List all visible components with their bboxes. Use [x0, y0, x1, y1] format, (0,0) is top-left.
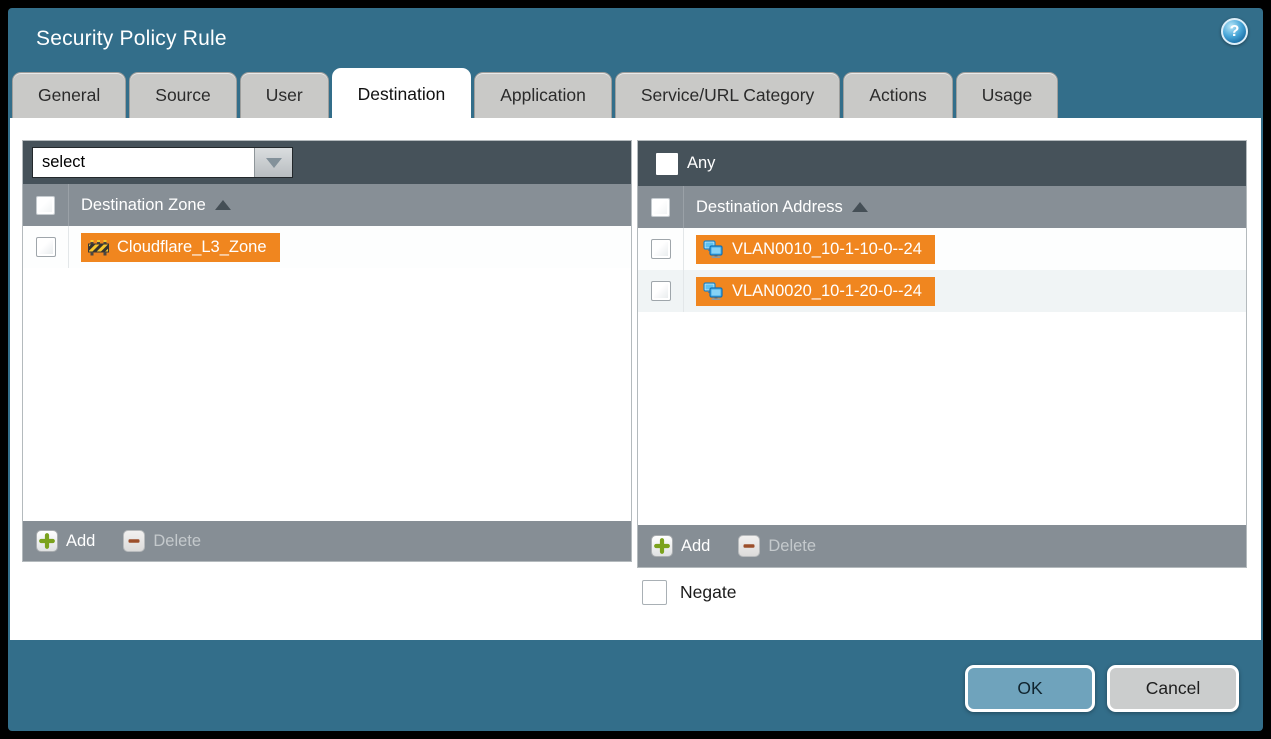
sort-ascending-icon	[852, 202, 868, 212]
address-row-check-cell	[638, 270, 684, 312]
tab-destination[interactable]: Destination	[332, 68, 472, 118]
zone-add-button[interactable]: Add	[36, 530, 95, 552]
zone-column-header[interactable]: Destination Zone	[23, 184, 631, 226]
address-column-header[interactable]: Destination Address	[638, 186, 1246, 228]
zone-select-input[interactable]	[33, 148, 254, 177]
dialog-title: Security Policy Rule	[36, 27, 227, 51]
address-row-checkbox[interactable]	[651, 239, 671, 259]
add-plus-icon	[36, 530, 58, 552]
zone-column-header-label: Destination Zone	[81, 196, 206, 215]
zone-select-all-checkbox[interactable]	[36, 196, 55, 215]
address-delete-label: Delete	[768, 537, 816, 556]
address-select-all-checkbox[interactable]	[651, 198, 670, 217]
address-item[interactable]: VLAN0010_10-1-10-0--24	[696, 235, 935, 264]
any-label: Any	[687, 154, 715, 173]
address-add-label: Add	[681, 537, 710, 556]
add-plus-icon	[651, 535, 673, 557]
title-bar: Security Policy Rule ?	[8, 8, 1263, 68]
address-row: VLAN0010_10-1-10-0--24	[638, 228, 1246, 270]
zone-select-dropdown-button[interactable]	[254, 148, 292, 177]
tab-general[interactable]: General	[12, 72, 126, 118]
address-row-check-cell	[638, 228, 684, 270]
address-delete-button[interactable]: Delete	[738, 535, 816, 557]
help-icon[interactable]: ?	[1221, 18, 1248, 45]
zone-panel-toolbar	[23, 141, 631, 184]
chevron-down-icon	[266, 158, 282, 168]
address-column-header-label: Destination Address	[696, 198, 843, 217]
tab-application[interactable]: Application	[474, 72, 612, 118]
security-policy-rule-dialog: Security Policy Rule ? General Source Us…	[8, 8, 1263, 731]
address-item[interactable]: VLAN0020_10-1-20-0--24	[696, 277, 935, 306]
destination-address-panel: Any Destination Address	[637, 140, 1247, 568]
ok-button[interactable]: OK	[965, 665, 1095, 712]
zone-delete-label: Delete	[153, 532, 201, 551]
tab-actions[interactable]: Actions	[843, 72, 952, 118]
network-address-icon	[703, 282, 724, 300]
negate-label: Negate	[680, 582, 736, 603]
sort-ascending-icon	[215, 200, 231, 210]
address-select-all-cell	[638, 186, 684, 228]
cancel-button[interactable]: Cancel	[1107, 665, 1239, 712]
address-panel-footer: Add Delete	[638, 525, 1246, 567]
address-item-label: VLAN0010_10-1-10-0--24	[732, 240, 922, 259]
address-panel-toolbar: Any	[638, 141, 1246, 186]
zone-row-check-cell	[23, 226, 69, 268]
negate-option: Negate	[642, 580, 736, 605]
zone-row: Cloudflare_L3_Zone	[23, 226, 631, 268]
zone-delete-button[interactable]: Delete	[123, 530, 201, 552]
network-address-icon	[703, 240, 724, 258]
zone-add-label: Add	[66, 532, 95, 551]
address-row: VLAN0020_10-1-20-0--24	[638, 270, 1246, 312]
address-row-checkbox[interactable]	[651, 281, 671, 301]
address-list: VLAN0010_10-1-10-0--24	[638, 228, 1246, 525]
tab-usage[interactable]: Usage	[956, 72, 1059, 118]
tab-user[interactable]: User	[240, 72, 329, 118]
zone-barricade-icon	[88, 239, 109, 256]
tab-service-url-category[interactable]: Service/URL Category	[615, 72, 840, 118]
zone-list: Cloudflare_L3_Zone	[23, 226, 631, 521]
zone-row-checkbox[interactable]	[36, 237, 56, 257]
address-add-button[interactable]: Add	[651, 535, 710, 557]
destination-zone-panel: Destination Zone	[22, 140, 632, 562]
tab-source[interactable]: Source	[129, 72, 236, 118]
delete-minus-icon	[123, 530, 145, 552]
destination-tab-content: Destination Zone	[10, 118, 1261, 640]
zone-item-label: Cloudflare_L3_Zone	[117, 238, 267, 257]
zone-panel-footer: Add Delete	[23, 521, 631, 561]
tab-bar: General Source User Destination Applicat…	[12, 68, 1061, 118]
negate-checkbox[interactable]	[642, 580, 667, 605]
address-item-label: VLAN0020_10-1-20-0--24	[732, 282, 922, 301]
zone-item[interactable]: Cloudflare_L3_Zone	[81, 233, 280, 262]
delete-minus-icon	[738, 535, 760, 557]
zone-select-combobox	[32, 147, 293, 178]
zone-select-all-cell	[23, 184, 69, 226]
any-checkbox[interactable]	[656, 153, 678, 175]
any-check-cell	[647, 141, 687, 186]
